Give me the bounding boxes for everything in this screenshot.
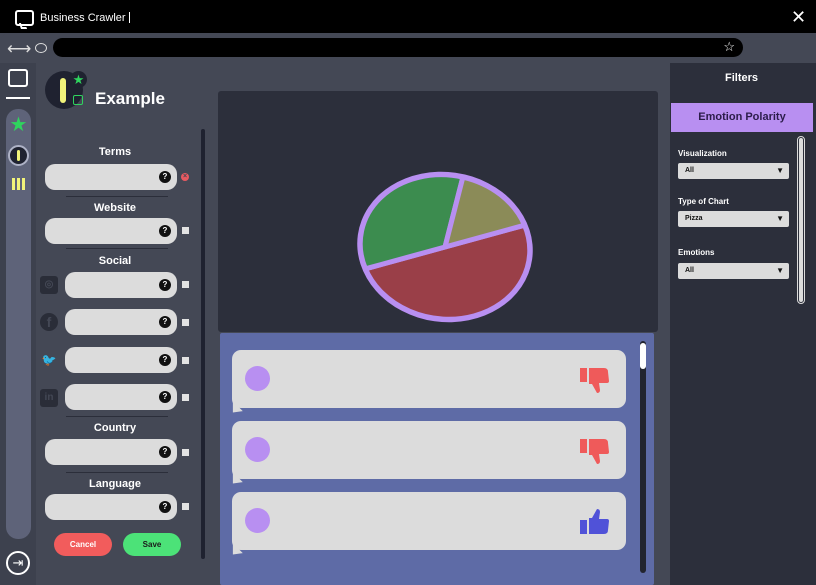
- url-input[interactable]: ☆: [53, 38, 743, 57]
- help-icon[interactable]: ?: [159, 279, 171, 291]
- facebook-checkbox[interactable]: [182, 319, 189, 326]
- divider: [66, 472, 168, 473]
- help-icon[interactable]: ?: [159, 501, 171, 513]
- cancel-button[interactable]: Cancel: [54, 533, 112, 556]
- chart-type-label: Type of Chart: [678, 197, 729, 206]
- comments-panel: [220, 333, 654, 585]
- help-icon[interactable]: ?: [159, 171, 171, 183]
- social-label: Social: [98, 255, 132, 267]
- chart-type-select[interactable]: Pizza ▼: [678, 211, 789, 227]
- emotions-label: Emotions: [678, 248, 715, 257]
- website-checkbox[interactable]: [182, 227, 189, 234]
- language-label: Language: [89, 478, 141, 490]
- terms-label: Terms: [98, 146, 132, 158]
- save-button[interactable]: Save: [123, 533, 181, 556]
- back-forward-icon[interactable]: ⟷: [7, 39, 31, 59]
- project-star-icon[interactable]: ★: [70, 71, 87, 88]
- reload-icon[interactable]: [35, 43, 47, 53]
- filters-scrollbar[interactable]: [797, 136, 805, 304]
- chat-logo-icon[interactable]: [8, 69, 28, 87]
- comment-item: [232, 421, 626, 479]
- instagram-checkbox[interactable]: [182, 281, 189, 288]
- facebook-icon: f: [40, 313, 58, 331]
- dropdown-arrow-icon: ▼: [776, 214, 784, 223]
- comment-item: [232, 492, 626, 550]
- title-caret: [129, 12, 130, 23]
- avatar: [245, 508, 270, 533]
- country-checkbox[interactable]: [182, 449, 189, 456]
- avatar: [245, 437, 270, 462]
- favorites-star-icon[interactable]: ★: [8, 114, 29, 136]
- filters-title: Filters: [724, 72, 758, 84]
- close-icon[interactable]: ✕: [791, 8, 806, 26]
- pie-chart: [357, 171, 533, 323]
- chat-bubble-icon: [15, 10, 34, 26]
- edit-icon[interactable]: [73, 95, 83, 105]
- instagram-icon: ◎: [40, 276, 58, 294]
- filters-panel: Filters Emotion Polarity Visualization A…: [670, 63, 816, 585]
- comment-item: [232, 350, 626, 408]
- avatar: [245, 366, 270, 391]
- linkedin-checkbox[interactable]: [182, 394, 189, 401]
- linkedin-input[interactable]: ?: [65, 384, 177, 410]
- logout-icon[interactable]: ⇥: [6, 551, 30, 575]
- divider: [66, 196, 168, 197]
- language-input[interactable]: ?: [45, 494, 177, 520]
- dropdown-arrow-icon: ▼: [776, 166, 784, 175]
- help-icon[interactable]: ?: [159, 225, 171, 237]
- dropdown-arrow-icon: ▼: [776, 266, 784, 275]
- visualization-value: All: [685, 167, 694, 174]
- bar-icon: [17, 150, 20, 161]
- left-rail: ★ ⇥: [0, 63, 36, 585]
- terms-input[interactable]: ?: [45, 164, 177, 190]
- chart-area: [218, 91, 658, 332]
- project-form-panel: ★ Example Terms ? × Website ? Social ◎ ?…: [36, 63, 216, 585]
- scrollbar-thumb[interactable]: [640, 343, 646, 369]
- twitter-icon: 🐦: [41, 353, 57, 367]
- facebook-input[interactable]: ?: [65, 309, 177, 335]
- chart-type-value: Pizza: [685, 215, 703, 222]
- project-bar-icon[interactable]: [8, 145, 29, 166]
- window-title: Business Crawler: [40, 12, 126, 24]
- twitter-checkbox[interactable]: [182, 357, 189, 364]
- main-content: [216, 63, 670, 585]
- divider: [66, 248, 168, 249]
- help-icon[interactable]: ?: [159, 354, 171, 366]
- thumbs-down-icon[interactable]: [580, 437, 610, 465]
- triple-bar-icon[interactable]: [8, 173, 29, 194]
- address-bar: ⟷ ☆: [0, 33, 816, 63]
- emotions-value: All: [685, 267, 694, 274]
- help-icon[interactable]: ?: [159, 316, 171, 328]
- bookmark-star-icon[interactable]: ☆: [723, 39, 735, 55]
- form-scrollbar[interactable]: [201, 129, 205, 559]
- language-checkbox[interactable]: [182, 503, 189, 510]
- visualization-select[interactable]: All ▼: [678, 163, 789, 179]
- website-input[interactable]: ?: [45, 218, 177, 244]
- title-bar: Business Crawler ✕: [0, 0, 816, 33]
- thumbs-down-icon[interactable]: [580, 366, 610, 394]
- comments-scrollbar[interactable]: [640, 341, 646, 573]
- linkedin-icon: in: [40, 389, 58, 407]
- bar-icon: [60, 78, 66, 103]
- project-title: Example: [95, 89, 165, 108]
- rail-divider: [6, 97, 30, 99]
- help-icon[interactable]: ?: [159, 391, 171, 403]
- app-window: Business Crawler ✕ ⟷ ☆ ★ ⇥ ★ Example Ter…: [0, 0, 816, 585]
- instagram-input[interactable]: ?: [65, 272, 177, 298]
- website-label: Website: [94, 202, 136, 214]
- country-input[interactable]: ?: [45, 439, 177, 465]
- visualization-label: Visualization: [678, 149, 727, 158]
- divider: [66, 416, 168, 417]
- twitter-input[interactable]: ?: [65, 347, 177, 373]
- help-icon[interactable]: ?: [159, 446, 171, 458]
- thumbs-up-icon[interactable]: [580, 508, 610, 536]
- country-label: Country: [93, 422, 137, 434]
- error-icon: ×: [181, 173, 189, 181]
- emotions-select[interactable]: All ▼: [678, 263, 789, 279]
- tab-emotion-polarity[interactable]: Emotion Polarity: [671, 103, 813, 132]
